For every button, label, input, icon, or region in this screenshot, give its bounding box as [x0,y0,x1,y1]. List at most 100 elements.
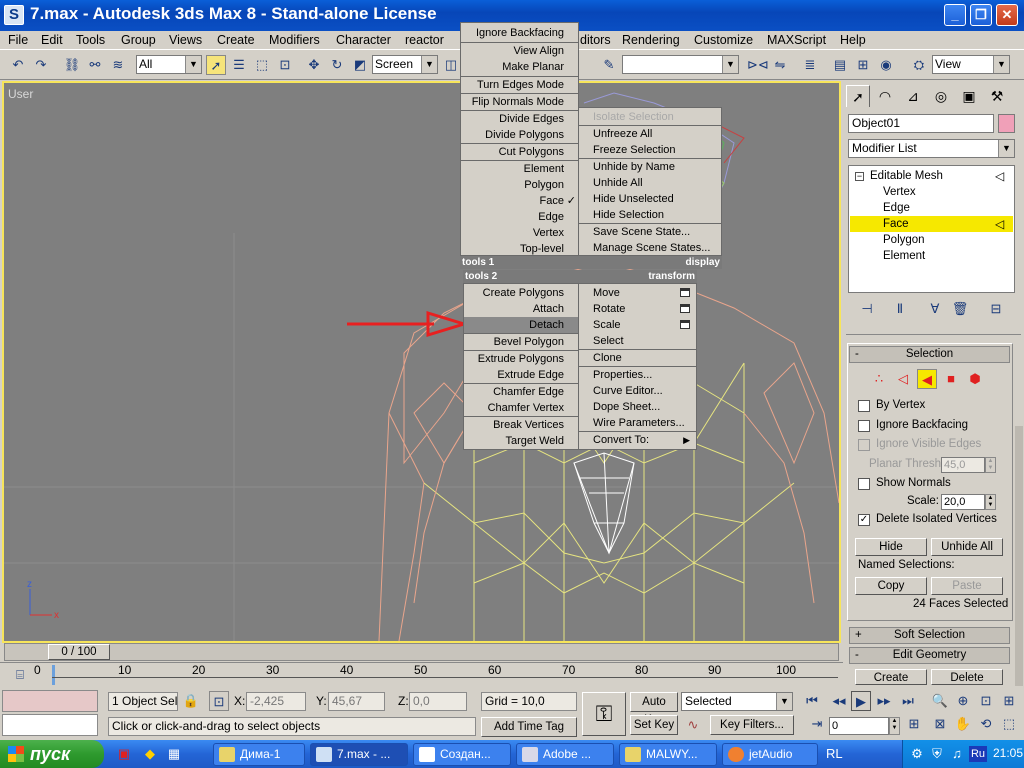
task-3dsmax[interactable]: 7.max - ... [310,743,408,766]
menu-group[interactable]: Group [121,33,156,47]
time-slider-thumb[interactable]: 0 / 100 [48,644,110,660]
quad-item-break-vertices[interactable]: Break Vertices [464,417,578,433]
quad-item-edge[interactable]: Edge [461,209,578,225]
next-frame-icon[interactable]: ▸▸ [874,691,894,711]
menu-customize[interactable]: Customize [694,33,753,47]
selection-filter-dropdown[interactable]: All ▼ [136,55,202,74]
undo-icon[interactable]: ↶ [8,55,28,75]
tray-network-icon[interactable]: ⚙ [907,744,927,764]
redo-icon[interactable]: ↷ [31,55,51,75]
stack-polygon[interactable]: Polygon [883,232,925,248]
stack-face[interactable]: Face [850,216,1013,232]
key-mode-toggle-icon[interactable]: ⇥ [807,714,827,734]
mini-curve-editor-icon[interactable]: ⌸ [10,665,30,685]
quad-item-attach[interactable]: Attach [464,301,578,317]
show-normals-checkbox[interactable] [858,478,870,490]
quad-item-make-planar[interactable]: Make Planar [461,59,578,75]
edge-mode-icon[interactable]: ◁ [893,369,913,389]
named-selection-sets-dropdown[interactable]: ▼ [622,55,739,74]
quad-item-freeze-selection[interactable]: Freeze Selection [579,142,721,158]
selection-lock-icon[interactable]: 🔒 [181,691,201,711]
quad-item-unhide-by-name[interactable]: Unhide by Name [579,159,721,175]
motion-tab-icon[interactable]: ◎ [929,85,953,107]
move-icon[interactable]: ✥ [304,55,324,75]
stack-vertex[interactable]: Vertex [883,184,916,200]
task-word-document[interactable]: Создан... [413,743,511,766]
menu-create[interactable]: Create [217,33,255,47]
time-configuration-icon[interactable]: ⊞ [904,714,924,734]
task-dima-folder[interactable]: Дима-1 [213,743,305,766]
create-button[interactable]: Create [855,669,927,685]
object-name-input[interactable]: Object01 [848,114,994,133]
task-jetaudio[interactable]: jetAudio [722,743,818,766]
by-vertex-checkbox[interactable] [858,400,870,412]
quicklaunch-app2-icon[interactable]: ◆ [140,744,160,764]
quad-item-hide-selection[interactable]: Hide Selection [579,207,721,223]
scale-icon[interactable]: ◩ [350,55,370,75]
rotate-icon[interactable]: ↻ [327,55,347,75]
quad-item-extrude-edge[interactable]: Extrude Edge [464,367,578,383]
quad-item-convert-to[interactable]: Convert To: ▶ [579,432,696,448]
pivot-center-icon[interactable]: ◫ [441,55,461,75]
menu-rendering[interactable]: Rendering [622,33,680,47]
quad-item-isolate-selection[interactable]: Isolate Selection [579,109,721,125]
rotate-settings-icon[interactable] [680,304,690,313]
quad-item-divide-polygons[interactable]: Divide Polygons [461,127,578,143]
paste-button[interactable]: Paste [931,577,1003,595]
task-malwy-folder[interactable]: MALWY... [619,743,717,766]
menu-graph-editors[interactable]: ditors [580,33,611,47]
absolute-mode-icon[interactable]: ⊡ [209,691,229,711]
previous-frame-icon[interactable]: ◂◂ [829,691,849,711]
tray-language-ru[interactable]: Ru [969,746,987,762]
reference-coordinate-dropdown[interactable]: Screen ▼ [372,55,438,74]
auto-key-button[interactable]: Auto Key [630,692,678,726]
quad-item-unfreeze-all[interactable]: Unfreeze All [579,126,721,142]
menu-edit[interactable]: Edit [41,33,63,47]
schematic-view-icon[interactable]: ⊞ [853,55,873,75]
quad-item-divide-edges[interactable]: Divide Edges [461,111,578,127]
close-button[interactable]: ✕ [996,4,1018,26]
zoom-extents-all-icon[interactable]: ⊞ [999,691,1019,711]
quad-item-turn-edges-mode[interactable]: Turn Edges Mode [461,77,578,93]
bind-space-warp-icon[interactable]: ≋ [108,55,128,75]
hide-button[interactable]: Hide [855,538,927,556]
field-of-view-icon[interactable]: ⊠ [930,714,950,734]
quad-item-target-weld[interactable]: Target Weld [464,433,578,449]
current-frame-spinner[interactable]: 0 ▲ ▼ [829,717,900,735]
create-tab-icon[interactable]: ➚ [846,85,870,107]
quad-item-manage-scene-states[interactable]: Manage Scene States... [579,240,721,256]
quicklaunch-app3-icon[interactable]: ▦ [164,744,184,764]
select-by-name-icon[interactable]: ☰ [229,55,249,75]
unhide-all-button[interactable]: Unhide All [931,538,1003,556]
quad-item-polygon[interactable]: Polygon [461,177,578,193]
arc-rotate-icon[interactable]: ⟲ [976,714,996,734]
menu-views[interactable]: Views [169,33,202,47]
quad-item-hide-unselected[interactable]: Hide Unselected [579,191,721,207]
restore-button[interactable]: ❐ [970,4,992,26]
quad-item-move[interactable]: Move [579,285,696,301]
add-time-tag-button[interactable]: Add Time Tag [481,717,577,737]
quad-item-curve-editor[interactable]: Curve Editor... [579,383,696,399]
menu-character[interactable]: Character [336,33,391,47]
modifier-list-dropdown[interactable]: Modifier List ▼ [848,139,1015,158]
ignore-visible-edges-checkbox[interactable] [858,439,870,451]
quad-item-cut-polygons[interactable]: Cut Polygons [461,144,578,160]
quad-item-wire-parameters[interactable]: Wire Parameters... [579,415,696,431]
quad-item-create-polygons[interactable]: Create Polygons [464,285,578,301]
quad-item-bevel-polygon[interactable]: Bevel Polygon [464,334,578,350]
track-bar[interactable]: ⌸ 0 10 20 30 40 50 60 70 80 90 100 [0,662,843,688]
copy-button[interactable]: Copy [855,577,927,595]
zoom-extents-icon[interactable]: ⊡ [976,691,996,711]
pin-stack-icon[interactable]: ⊣ [857,299,877,319]
menu-file[interactable]: File [8,33,28,47]
delete-button[interactable]: Delete [931,669,1003,685]
select-and-link-icon[interactable]: ⛓ [62,55,82,75]
language-indicator[interactable]: RL [826,746,843,761]
quad-item-detach[interactable]: Detach [464,317,578,333]
play-icon[interactable]: ▶ [851,691,871,711]
planar-thresh-spinner[interactable]: 45,0 ▲ ▼ [941,457,996,473]
menu-maxscript[interactable]: MAXScript [767,33,826,47]
minimize-button[interactable]: _ [944,4,966,26]
stack-editable-mesh[interactable]: − Editable Mesh [855,168,943,184]
quad-item-unhide-all[interactable]: Unhide All [579,175,721,191]
